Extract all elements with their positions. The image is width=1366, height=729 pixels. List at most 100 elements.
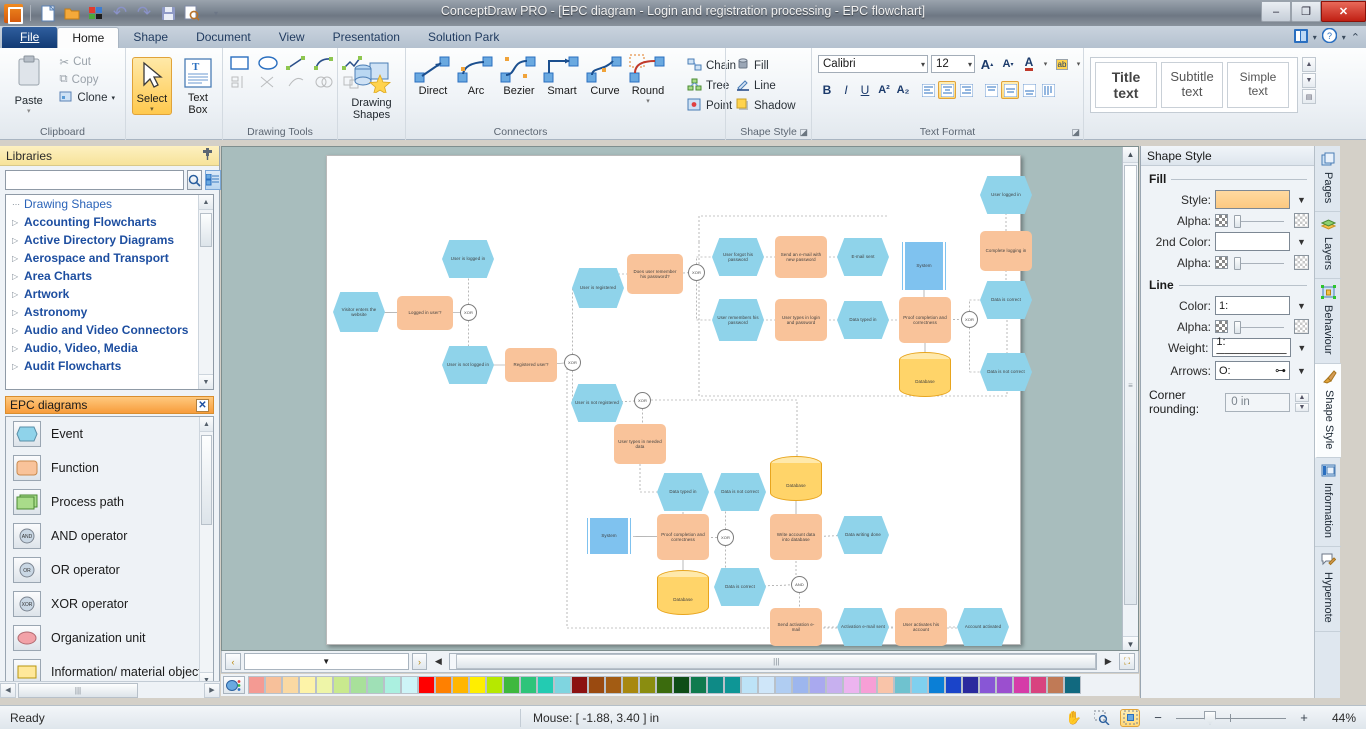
color-swatch[interactable] <box>282 676 299 694</box>
diagram-node-xor[interactable]: XOR <box>564 354 581 371</box>
curve-tool-icon[interactable] <box>313 55 335 71</box>
print-preview-icon[interactable] <box>182 3 202 23</box>
vtab-layers[interactable]: Layers <box>1315 212 1341 280</box>
canvas-vertical-scrollbar[interactable]: ▲ ≡ ▼ <box>1122 147 1138 650</box>
line-button[interactable]: Line <box>732 77 800 95</box>
stencil-item[interactable]: AND AND operator <box>6 519 213 553</box>
diagram-node-event[interactable]: Data is not correct <box>980 353 1032 391</box>
shape-style-dialog-launcher[interactable]: ◪ <box>799 127 808 138</box>
prev-page-button[interactable]: ‹ <box>225 653 241 670</box>
color-swatch[interactable] <box>1030 676 1047 694</box>
color-swatch[interactable] <box>367 676 384 694</box>
stencil-list[interactable]: Event Function Process path AND AND operator… <box>5 416 214 688</box>
color-swatch[interactable] <box>537 676 554 694</box>
expand-triangle-icon[interactable]: ▷ <box>12 344 21 353</box>
align-center-button[interactable] <box>938 81 956 99</box>
diagram-node-event[interactable]: E-mail sent <box>837 238 889 276</box>
connector-arc-button[interactable]: Arc <box>455 53 497 97</box>
search-button[interactable] <box>187 170 202 190</box>
align-bottom-button[interactable] <box>1020 81 1038 99</box>
open-folder-icon[interactable] <box>62 3 82 23</box>
ellipse-tool-icon[interactable] <box>257 55 279 71</box>
library-tree[interactable]: ⋯ Drawing Shapes ▷ Accounting Flowcharts ▷ Ac… <box>5 194 214 390</box>
expand-triangle-icon[interactable]: ▷ <box>12 308 21 317</box>
drawing-shapes-button[interactable]: Drawing Shapes <box>344 59 399 122</box>
diagram-node-event[interactable]: Data typed in <box>837 301 889 339</box>
ribbon-tab-bar[interactable]: File Home Shape Document View Presentati… <box>0 26 1366 48</box>
diagram-node-event[interactable]: Visitor enters the website <box>333 292 385 332</box>
color-swatch[interactable] <box>877 676 894 694</box>
clone-dropdown-icon[interactable]: ▾ <box>111 94 115 102</box>
expand-triangle-icon[interactable]: ▷ <box>12 218 21 227</box>
stencil-scroll-thumb[interactable] <box>201 435 212 525</box>
diagram-node-event[interactable]: Account activated <box>957 608 1009 646</box>
color-swatch[interactable] <box>962 676 979 694</box>
diagram-node-event[interactable]: Data is correct <box>714 568 766 606</box>
diagram-node-function[interactable]: Does user remember his password? <box>627 254 683 294</box>
tab-presentation[interactable]: Presentation <box>319 27 414 48</box>
color-swatch[interactable] <box>588 676 605 694</box>
stencil-item[interactable]: Event <box>6 417 213 451</box>
ribbon-right-icons[interactable]: ▾ ? ▾ ⌃ <box>1293 27 1360 46</box>
diagram-node-function[interactable]: Complete logging in <box>980 231 1032 271</box>
chevron-down-icon[interactable]: ▾ <box>917 60 925 69</box>
color-swatch[interactable] <box>690 676 707 694</box>
connector-smart-button[interactable]: Smart <box>541 53 583 97</box>
diagram-node-event[interactable]: User is logged in <box>442 240 494 278</box>
chevron-down-icon-2[interactable]: ▾ <box>1342 33 1346 42</box>
chevron-down-icon[interactable]: ▼ <box>1294 301 1309 311</box>
scroll-up-icon[interactable]: ▲ <box>199 195 213 210</box>
library-tree-item[interactable]: ▷ Area Charts <box>6 267 213 285</box>
diagram-node-function[interactable]: Registered user? <box>505 348 557 382</box>
line-tool-icon[interactable] <box>285 55 307 71</box>
text-styles-scroll-buttons[interactable]: ▲ ▼ ▤ <box>1302 57 1316 104</box>
expand-triangle-icon[interactable]: ▷ <box>12 236 21 245</box>
chevron-down-icon[interactable]: ▾ <box>1313 33 1317 42</box>
align-left-button[interactable] <box>919 81 937 99</box>
vtab-hypernote[interactable]: Hypernote <box>1315 547 1341 632</box>
color-swatch[interactable] <box>1064 676 1081 694</box>
scroll-up-icon[interactable]: ▲ <box>200 417 213 432</box>
chevron-down-icon[interactable]: ▾ <box>964 60 972 69</box>
restore-button[interactable]: ❐ <box>1291 1 1321 22</box>
color-swatch[interactable] <box>724 676 741 694</box>
help-icon[interactable]: ? <box>1321 27 1338 46</box>
line-weight-select[interactable]: 1: ───────── <box>1212 336 1291 360</box>
diagram-node-function[interactable]: User activates his account <box>895 608 947 646</box>
diagram-node-function[interactable]: User types in needed data <box>614 424 666 464</box>
color-swatch[interactable] <box>639 676 656 694</box>
color-swatch[interactable] <box>928 676 945 694</box>
line-alpha-swatch[interactable] <box>1294 319 1309 334</box>
color-swatch[interactable] <box>435 676 452 694</box>
connector-round-button[interactable]: Round ▾ <box>627 53 669 105</box>
line-color-select[interactable]: 1: <box>1215 296 1290 315</box>
expand-triangle-icon[interactable]: ⋯ <box>12 200 21 209</box>
scroll-down-icon[interactable]: ▼ <box>199 374 213 389</box>
group-shapes-icon[interactable] <box>257 74 279 90</box>
diagram-node-xor[interactable]: AND <box>791 576 808 593</box>
vtab-shape-style[interactable]: Shape Style <box>1315 363 1341 459</box>
diagram-node-xor[interactable]: XOR <box>634 392 651 409</box>
stencil-scrollbar[interactable]: ▲ ▼ <box>199 417 213 687</box>
color-swatch[interactable] <box>486 676 503 694</box>
hscroll-left-icon[interactable]: ◀ <box>430 653 446 670</box>
rectangle-tool-icon[interactable] <box>229 55 251 71</box>
color-palette-bar[interactable] <box>221 674 1139 696</box>
stencil-item[interactable]: Function <box>6 451 213 485</box>
diagram-node-function[interactable]: Logged in user? <box>397 296 453 330</box>
diagram-node-xor[interactable]: XOR <box>961 311 978 328</box>
align-right-button[interactable] <box>957 81 975 99</box>
superscript-button[interactable]: A² <box>875 81 893 99</box>
tab-document[interactable]: Document <box>182 27 265 48</box>
diagram-node-event[interactable]: Data writing done <box>837 516 889 554</box>
second-alpha-swatch[interactable] <box>1294 255 1309 270</box>
color-swatch[interactable] <box>894 676 911 694</box>
chevron-down-icon[interactable]: ▼ <box>1294 366 1309 376</box>
customize-qat-icon[interactable]: ▾ <box>206 3 226 23</box>
line-alpha-slider[interactable] <box>1232 320 1290 334</box>
expand-triangle-icon[interactable]: ▷ <box>12 254 21 263</box>
color-swatch[interactable] <box>384 676 401 694</box>
document-page[interactable]: Visitor enters the website Logged in user… <box>326 155 1032 646</box>
vtab-behaviour[interactable]: Behaviour <box>1315 279 1341 364</box>
library-tree-item[interactable]: ⋯ Drawing Shapes <box>6 195 213 213</box>
